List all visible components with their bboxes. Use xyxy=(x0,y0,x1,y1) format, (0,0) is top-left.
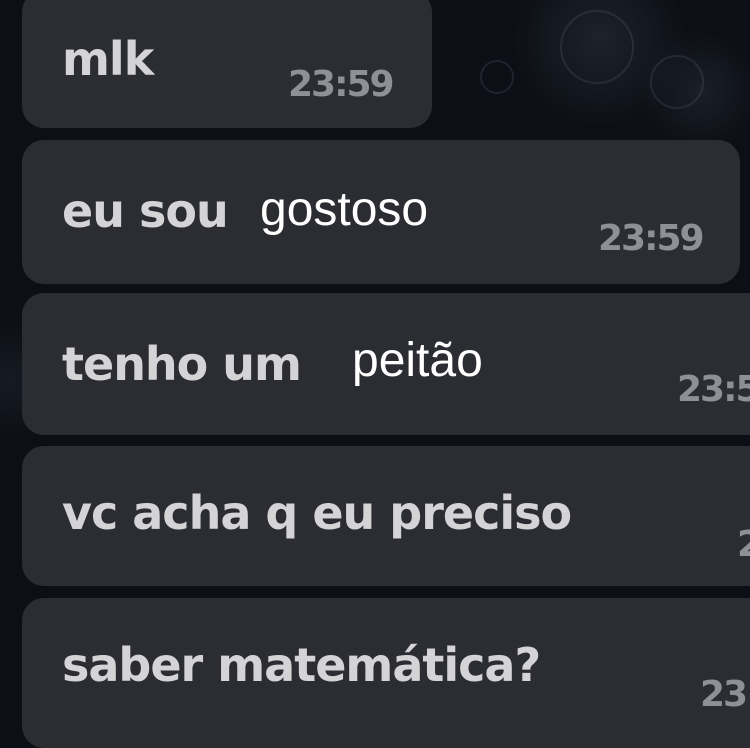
message-timestamp: 23:59 xyxy=(288,64,395,105)
message-bubble[interactable]: eu sou gostoso 23:59 xyxy=(22,140,740,284)
message-bubble[interactable]: mlk 23:59 xyxy=(22,0,432,128)
message-text: saber matemática? xyxy=(62,638,541,692)
overlay-caption-text: peitão xyxy=(352,334,483,387)
message-text: mlk xyxy=(62,32,154,86)
message-timestamp: 2 xyxy=(737,524,750,565)
message-text: tenho um xyxy=(62,337,302,391)
overlay-caption-text: gostoso xyxy=(260,183,429,236)
message-bubble[interactable]: saber matemática? 23 xyxy=(22,598,750,748)
message-list[interactable]: mlk 23:59 eu sou gostoso 23:59 tenho um … xyxy=(0,0,750,748)
message-timestamp: 23:5 xyxy=(677,369,750,410)
message-text: eu sou xyxy=(62,184,229,238)
message-timestamp: 23 xyxy=(700,674,748,715)
message-bubble[interactable]: vc acha q eu preciso 2 xyxy=(22,446,750,586)
message-timestamp: 23:59 xyxy=(598,218,705,259)
message-bubble[interactable]: tenho um peitão 23:5 xyxy=(22,293,750,435)
message-text: vc acha q eu preciso xyxy=(62,486,572,540)
